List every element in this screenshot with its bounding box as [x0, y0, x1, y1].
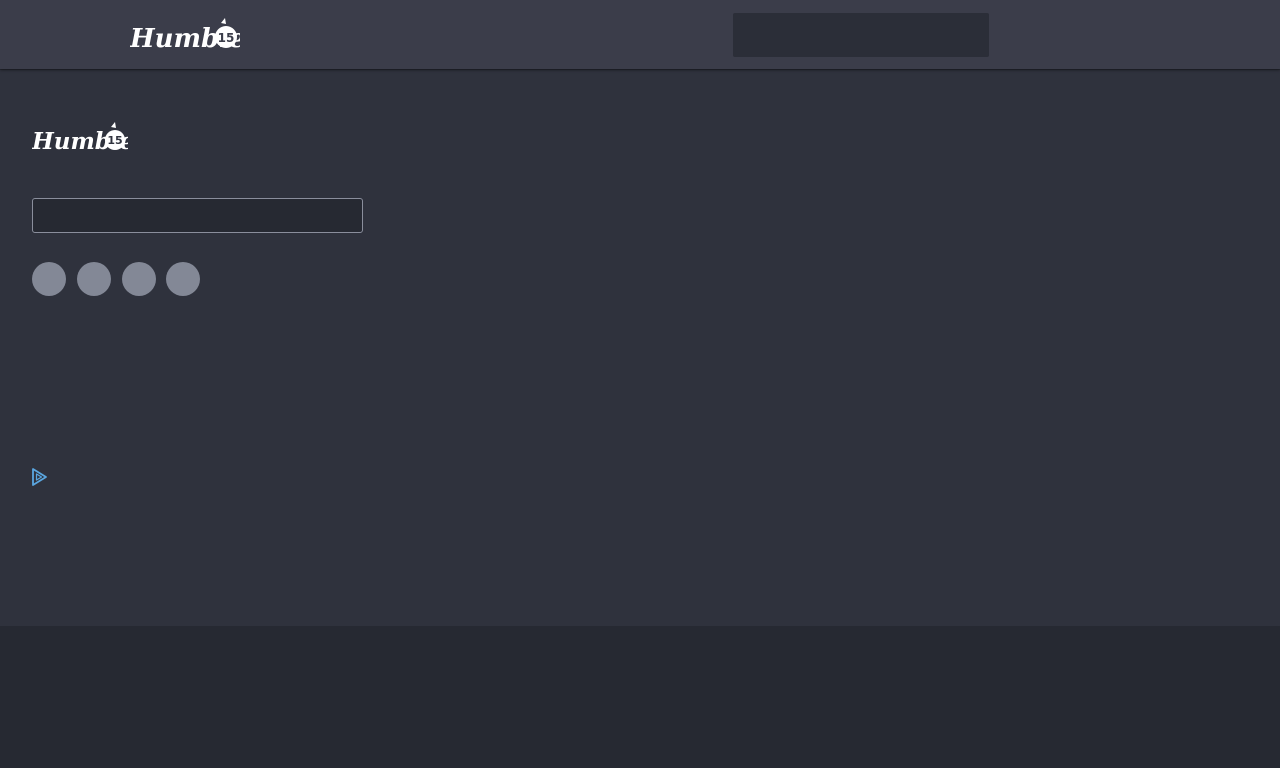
social-icon-3[interactable]	[122, 262, 156, 296]
humble-logo[interactable]: Humble 15	[130, 17, 240, 53]
social-icon-2[interactable]	[77, 262, 111, 296]
newsletter-email-input[interactable]	[32, 198, 363, 233]
site-footer	[0, 70, 1280, 626]
footer-logo-badge: 15	[105, 122, 125, 150]
page-bottom	[0, 626, 1280, 768]
logo-badge: 15	[215, 18, 237, 48]
search-input[interactable]	[733, 13, 989, 57]
footer-logo-badge-number: 15	[107, 134, 122, 147]
site-header: Humble 15	[0, 0, 1280, 69]
social-icon-1[interactable]	[32, 262, 66, 296]
footer-humble-logo[interactable]: Humble 15	[32, 122, 128, 154]
social-icon-4[interactable]	[166, 262, 200, 296]
logo-badge-number: 15	[218, 31, 235, 45]
adchoices-icon[interactable]	[31, 467, 49, 487]
